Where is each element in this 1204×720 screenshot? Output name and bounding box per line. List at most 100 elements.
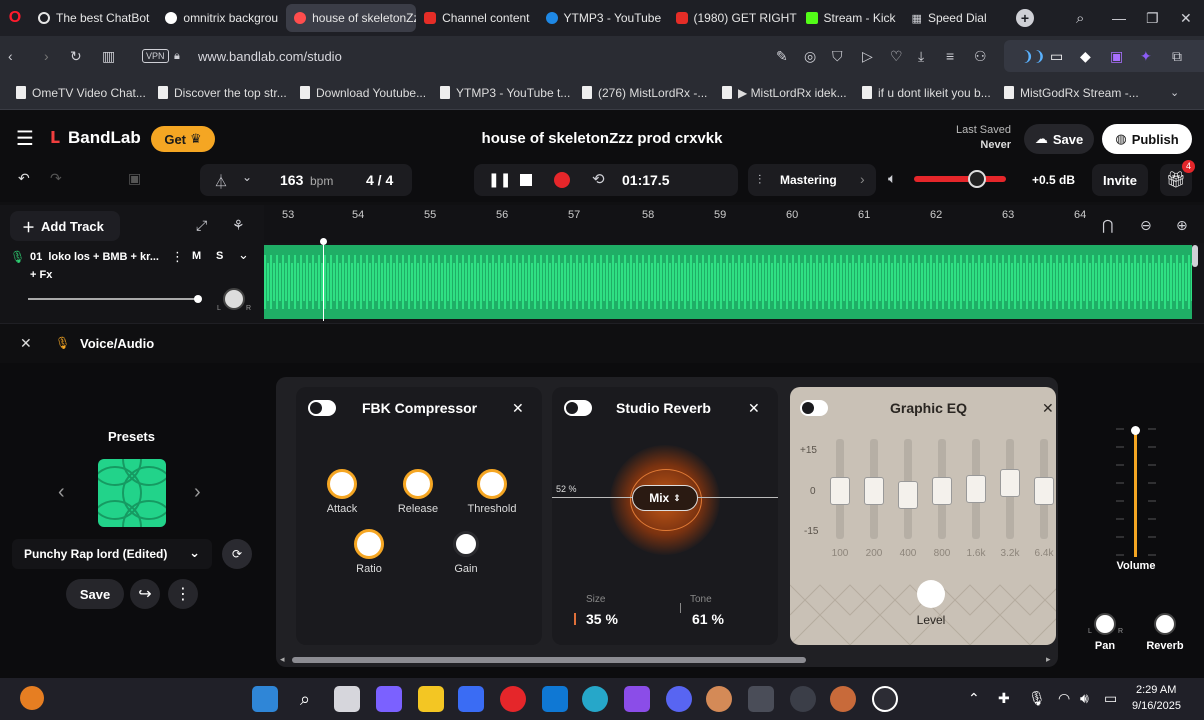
eq-fader-handle[interactable] xyxy=(966,475,986,503)
master-reverb-knob[interactable] xyxy=(1154,613,1176,635)
bookmark[interactable]: OmeTV Video Chat... xyxy=(6,86,156,100)
more-button[interactable]: ⋮ xyxy=(168,579,198,609)
twitch-icon[interactable]: ▣ xyxy=(1110,48,1123,65)
restore-icon[interactable]: ❐ xyxy=(1146,10,1159,27)
eq-band-6-4k[interactable] xyxy=(1034,439,1054,539)
bookmark[interactable]: if u dont likeit you b... xyxy=(852,86,1001,100)
record-icon[interactable] xyxy=(554,172,570,188)
tone-value[interactable]: 61 % xyxy=(692,611,724,627)
bookmark[interactable]: Download Youtube... xyxy=(290,86,436,100)
clipchamp-icon[interactable] xyxy=(624,686,650,712)
new-tab-icon[interactable]: + xyxy=(1016,9,1034,27)
discord-icon[interactable] xyxy=(666,686,692,712)
tab-3[interactable]: Channel content xyxy=(416,4,537,32)
minimize-icon[interactable]: — xyxy=(1112,10,1126,26)
reload-icon[interactable]: ↻ xyxy=(70,48,82,65)
pause-icon[interactable]: ❚❚ xyxy=(488,171,511,188)
eq-band-200[interactable] xyxy=(864,439,884,539)
extension-icon[interactable]: ◆ xyxy=(1080,48,1091,65)
eq-fader-handle[interactable] xyxy=(932,477,952,505)
mute-button[interactable]: M xyxy=(192,250,201,262)
preset-reset-button[interactable]: ⟳ xyxy=(222,539,252,569)
tab-2-active[interactable]: house of skeletonZzz xyxy=(286,4,417,32)
search-icon[interactable]: ⌕ xyxy=(292,686,318,712)
time-signature[interactable]: 4 / 4 xyxy=(366,172,393,188)
heart-icon[interactable]: ♡ xyxy=(890,48,903,65)
automation-icon[interactable]: ⤢ xyxy=(196,217,207,234)
weather-icon[interactable] xyxy=(20,686,44,710)
compressor-toggle[interactable] xyxy=(308,400,336,416)
pan-knob[interactable] xyxy=(1094,613,1116,635)
master-volume-slider[interactable] xyxy=(914,170,1006,188)
playhead-handle[interactable] xyxy=(320,238,327,245)
eq-toggle[interactable] xyxy=(800,400,828,416)
tab-1[interactable]: omnitrix backgrou xyxy=(157,4,286,32)
add-fx-button[interactable]: + Fx xyxy=(30,269,52,281)
preset-dropdown[interactable]: Punchy Rap lord (Edited) ⌄ xyxy=(12,539,212,569)
search-icon[interactable]: ⌕ xyxy=(1076,10,1084,27)
solo-button[interactable]: S xyxy=(216,250,223,262)
menu-lines-icon[interactable]: ≡ xyxy=(946,48,954,64)
timeline-ruler[interactable]: 53 54 55 56 57 58 59 60 61 62 63 64 xyxy=(264,205,1204,243)
bookmark[interactable]: YTMP3 - YouTube t... xyxy=(430,86,580,100)
tab-5[interactable]: (1980) GET RIGHT xyxy=(668,4,798,32)
eq-band-100[interactable] xyxy=(830,439,850,539)
invite-button[interactable]: Invite xyxy=(1092,164,1148,196)
ratio-knob[interactable] xyxy=(354,529,384,559)
zoom-in-icon[interactable]: ⊕ xyxy=(1176,217,1188,234)
magnet-icon[interactable]: ⋂ xyxy=(1102,217,1113,234)
bookmark[interactable]: MistGodRx Stream -... xyxy=(994,86,1149,100)
eq-level-knob[interactable] xyxy=(917,580,945,608)
chevron-down-icon[interactable]: ⌄ xyxy=(1170,86,1179,99)
mix-control[interactable]: Mix ⇕ xyxy=(632,485,698,511)
store-icon[interactable] xyxy=(458,686,484,712)
copilot-icon[interactable] xyxy=(376,686,402,712)
attack-knob[interactable] xyxy=(327,469,357,499)
volume-handle[interactable] xyxy=(968,170,986,188)
close-icon[interactable]: ✕ xyxy=(748,400,760,417)
camera-icon[interactable] xyxy=(748,686,774,712)
close-icon[interactable]: ✕ xyxy=(512,400,524,417)
battery-icon[interactable]: ▭ xyxy=(1104,690,1117,707)
eq-fader-handle[interactable] xyxy=(1034,477,1054,505)
wifi-icon[interactable]: ◠ xyxy=(1058,690,1070,707)
eq-fader-handle[interactable] xyxy=(864,477,884,505)
capture-icon[interactable] xyxy=(790,686,816,712)
clock-time[interactable]: 2:29 AM xyxy=(1136,684,1176,696)
edit-icon[interactable]: ✎ xyxy=(776,48,788,65)
chevron-left-icon[interactable]: ‹ xyxy=(58,481,65,504)
eq-band-400[interactable] xyxy=(898,439,918,539)
playhead[interactable] xyxy=(323,241,324,321)
loop-icon[interactable]: ⟲ xyxy=(592,170,605,188)
microphone-tray-icon[interactable]: 🎙︎ xyxy=(1028,690,1046,707)
zoom-out-icon[interactable]: ⊖ xyxy=(1140,217,1152,234)
url-text[interactable]: www.bandlab.com/studio xyxy=(198,49,342,64)
outlook-icon[interactable] xyxy=(542,686,568,712)
edge-icon[interactable] xyxy=(582,686,608,712)
size-value[interactable]: 35 % xyxy=(586,611,618,627)
back-icon[interactable]: ‹ xyxy=(8,48,13,64)
undo-icon[interactable]: ↶ xyxy=(18,170,30,187)
bookmark[interactable]: (276) MistLordRx -... xyxy=(572,86,717,100)
tab-6[interactable]: Stream - Kick xyxy=(798,4,904,32)
scroll-right-icon[interactable]: ▸ xyxy=(1046,654,1051,665)
game-icon[interactable] xyxy=(830,686,856,712)
eq-fader-handle[interactable] xyxy=(1000,469,1020,497)
extension-icon[interactable]: ✦ xyxy=(1140,48,1152,65)
audio-region[interactable] xyxy=(264,245,1192,319)
publish-button[interactable]: ◍ Publish xyxy=(1102,124,1192,154)
add-track-button[interactable]: ＋ Add Track xyxy=(10,211,120,241)
chevron-up-icon[interactable]: ⌃ xyxy=(968,690,980,707)
track-volume-slider[interactable] xyxy=(28,298,200,300)
extension-icon[interactable]: ❩❩ xyxy=(1022,48,1045,65)
eq-band-3-2k[interactable] xyxy=(1000,439,1020,539)
share-button[interactable]: ↪ xyxy=(130,579,160,609)
reverb-toggle[interactable] xyxy=(564,400,592,416)
track-pan-knob[interactable] xyxy=(223,288,245,310)
save-button[interactable]: ☁ Save xyxy=(1024,124,1094,154)
shield-icon[interactable]: ⛉ xyxy=(832,48,843,65)
horizontal-scrollbar[interactable] xyxy=(292,657,806,663)
close-window-icon[interactable]: ✕ xyxy=(1180,10,1192,27)
track-volume-handle[interactable] xyxy=(194,295,202,303)
vertical-scrollbar[interactable] xyxy=(1192,245,1198,267)
